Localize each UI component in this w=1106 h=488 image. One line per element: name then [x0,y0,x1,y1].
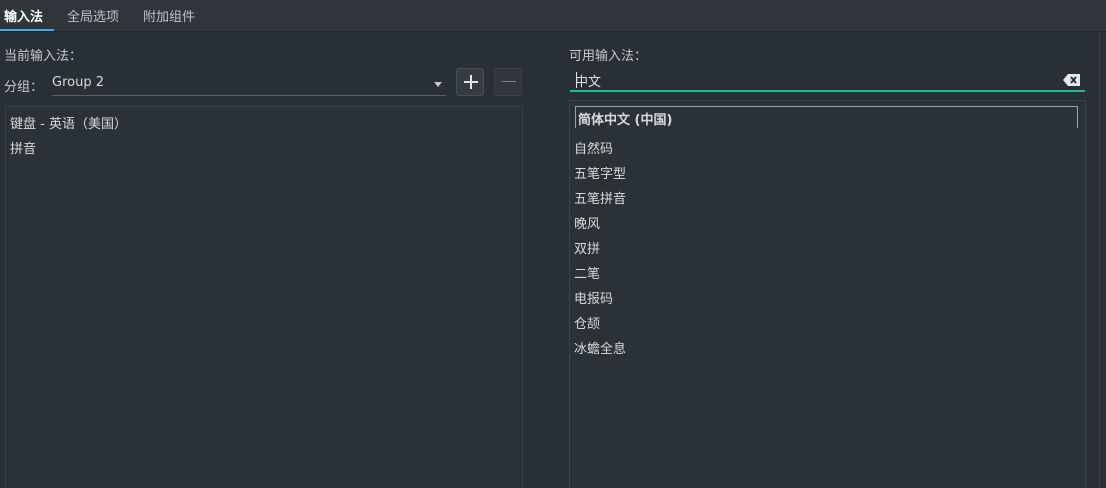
search-field[interactable] [570,69,1085,92]
list-item[interactable]: 二笔 [574,263,600,282]
tab-input-method[interactable]: 输入法 [4,0,43,30]
tab-global-options[interactable]: 全局选项 [67,0,119,30]
chevron-down-icon [434,82,442,87]
language-group-header-label: 简体中文 (中国) [578,113,673,128]
language-group-header: 简体中文 (中国) [575,106,1078,128]
remove-group-button[interactable] [494,68,522,96]
list-item[interactable]: 键盘 - 英语（美国） [10,113,127,132]
list-item[interactable]: 五笔字型 [574,163,626,182]
available-input-methods-title: 可用输入法： [569,49,648,64]
available-input-methods-list[interactable]: 简体中文 (中国) 自然码 五笔字型 五笔拼音 晚风 双拼 二笔 电报码 仓颉 … [569,100,1086,488]
group-select-value: Group 2 [52,75,104,90]
backspace-clear-icon[interactable] [1063,73,1081,87]
list-item[interactable]: 电报码 [574,288,613,307]
group-select[interactable]: Group 2 [52,73,446,96]
current-input-methods-title: 当前输入法： [4,49,83,64]
list-item[interactable]: 仓颉 [574,313,600,332]
list-item[interactable]: 五笔拼音 [574,188,626,207]
current-input-methods-list[interactable]: 键盘 - 英语（美国） 拼音 [5,106,523,488]
text-cursor [576,72,577,88]
add-group-button[interactable] [456,68,484,96]
list-item[interactable]: 双拼 [574,238,600,257]
minus-icon [502,81,516,82]
input-method-config-window: 输入法 全局选项 附加组件 当前输入法： 分组： Group 2 键盘 - 英语… [0,0,1106,488]
list-item[interactable]: 自然码 [574,138,613,157]
tab-addons[interactable]: 附加组件 [143,0,195,30]
plus-icon [464,75,478,89]
list-item[interactable]: 晚风 [574,213,600,232]
tab-bar: 输入法 全局选项 附加组件 [0,0,1106,32]
list-item[interactable]: 冰蟾全息 [574,338,626,357]
search-input[interactable] [575,71,1045,89]
group-label: 分组： [4,80,44,95]
list-item[interactable]: 拼音 [10,138,36,157]
